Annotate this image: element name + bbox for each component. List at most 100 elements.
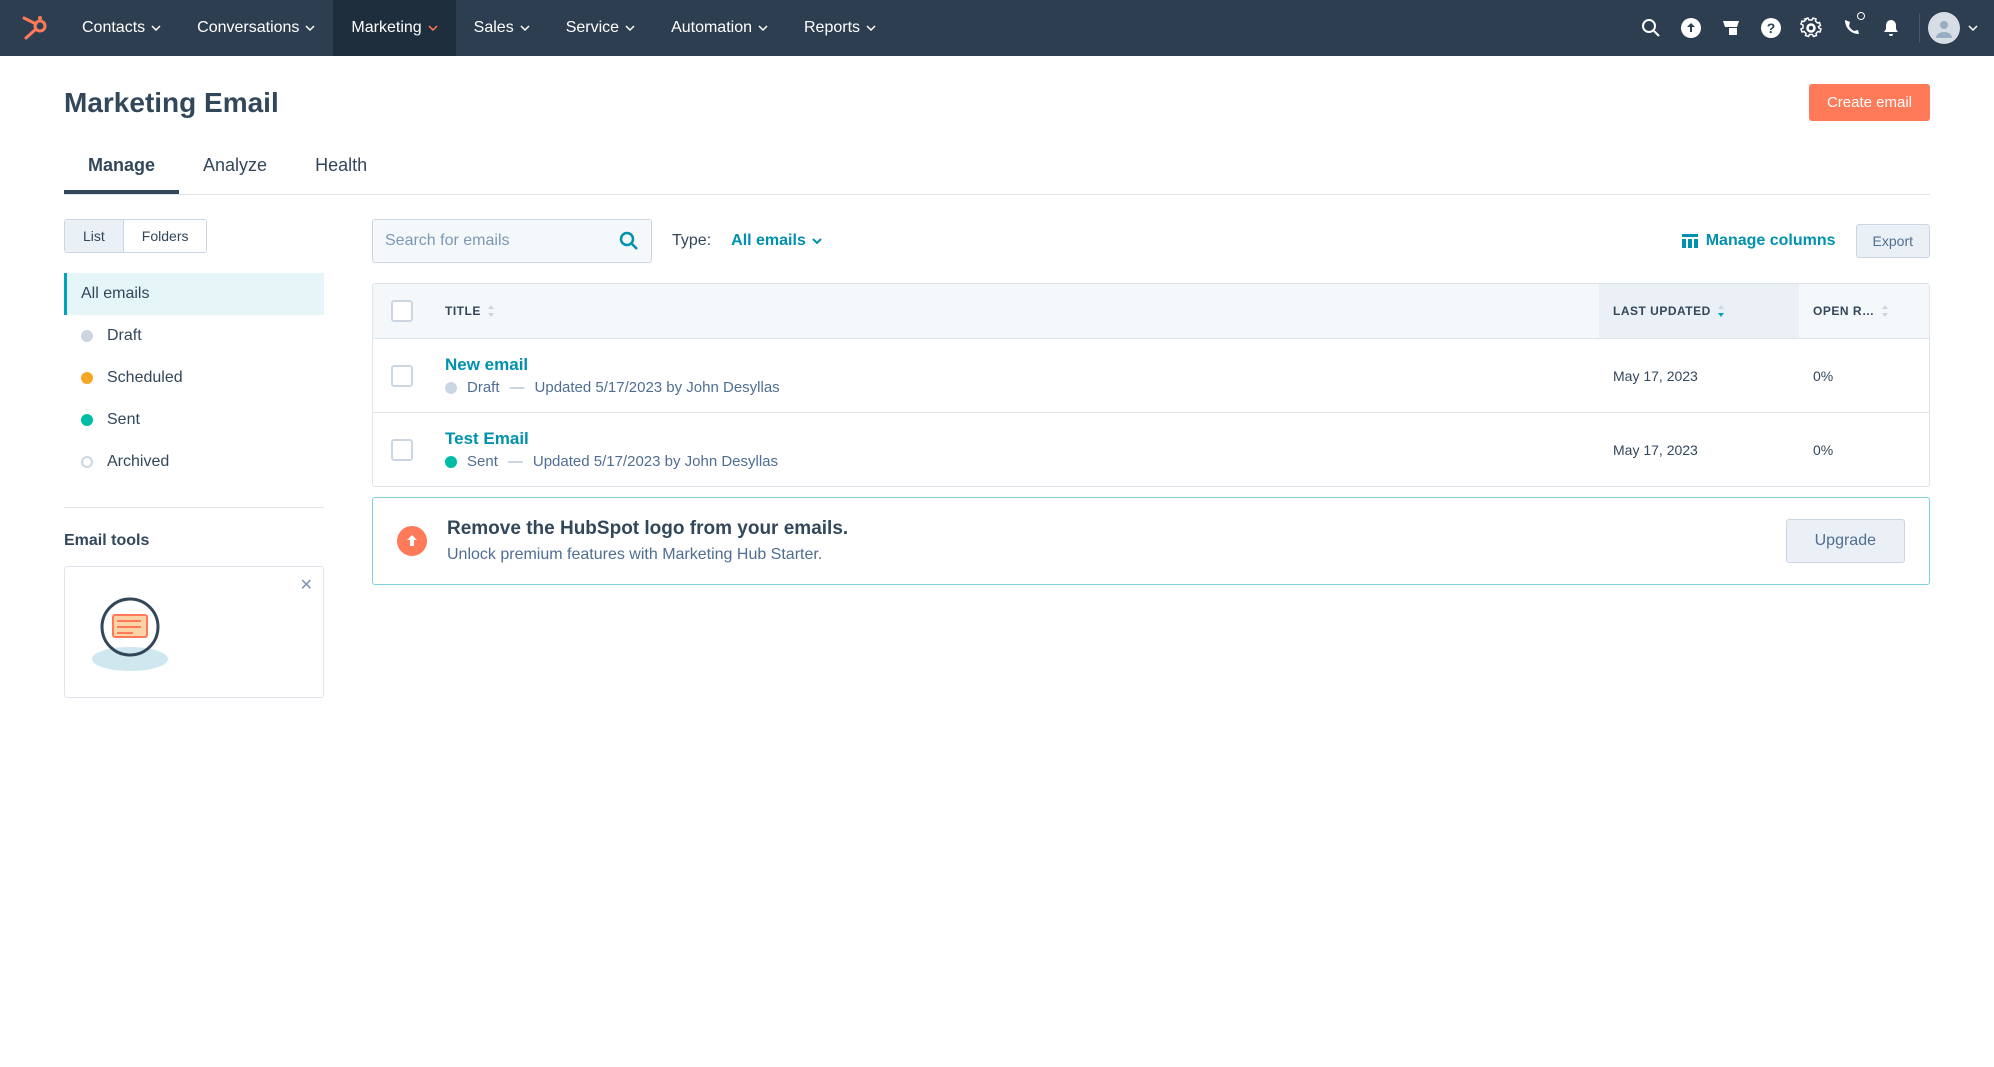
toolbar: Type: All emails Manage columns Export bbox=[372, 219, 1930, 263]
view-folders-button[interactable]: Folders bbox=[123, 220, 207, 252]
main-content: Type: All emails Manage columns Export bbox=[372, 219, 1930, 698]
account-menu[interactable] bbox=[1928, 8, 1978, 48]
tab-manage[interactable]: Manage bbox=[64, 141, 179, 194]
sidebar: List Folders All emails Draft Scheduled … bbox=[64, 219, 324, 698]
meta-dash: — bbox=[508, 453, 523, 470]
cell-open-rate: 0% bbox=[1799, 413, 1929, 486]
export-button[interactable]: Export bbox=[1856, 224, 1930, 258]
search-box[interactable] bbox=[372, 219, 652, 263]
filter-list: All emails Draft Scheduled Sent Archived bbox=[64, 273, 324, 483]
nav-marketing[interactable]: Marketing bbox=[333, 0, 455, 56]
nav-label: Contacts bbox=[82, 19, 145, 37]
nav-label: Service bbox=[566, 19, 619, 37]
upgrade-arrow-icon bbox=[397, 526, 427, 556]
nav-service[interactable]: Service bbox=[548, 0, 653, 56]
status-dot-icon bbox=[81, 414, 93, 426]
select-all-column bbox=[373, 284, 431, 338]
status-dot-icon bbox=[81, 330, 93, 342]
nav-contacts[interactable]: Contacts bbox=[64, 0, 179, 56]
chevron-down-icon bbox=[866, 25, 876, 31]
nav-label: Automation bbox=[671, 19, 752, 37]
tab-health[interactable]: Health bbox=[291, 141, 391, 194]
status-dot-icon bbox=[445, 456, 457, 468]
columns-icon bbox=[1682, 234, 1698, 248]
column-last-updated[interactable]: LAST UPDATED bbox=[1599, 284, 1799, 338]
help-icon[interactable]: ? bbox=[1751, 8, 1791, 48]
email-updated-by: Updated 5/17/2023 by John Desyllas bbox=[535, 379, 780, 396]
manage-columns-button[interactable]: Manage columns bbox=[1682, 232, 1836, 250]
nav-automation[interactable]: Automation bbox=[653, 0, 786, 56]
cell-last-updated: May 17, 2023 bbox=[1599, 339, 1799, 412]
chevron-down-icon bbox=[305, 25, 315, 31]
chevron-down-icon bbox=[758, 25, 768, 31]
notifications-icon[interactable] bbox=[1871, 8, 1911, 48]
filter-scheduled[interactable]: Scheduled bbox=[64, 357, 324, 399]
tabs: Manage Analyze Health bbox=[64, 141, 1930, 195]
chevron-down-icon bbox=[812, 238, 822, 244]
sort-icon bbox=[1717, 305, 1725, 317]
upgrade-button[interactable]: Upgrade bbox=[1786, 519, 1905, 563]
table-row: Test Email Sent — Updated 5/17/2023 by J… bbox=[373, 413, 1929, 486]
hubspot-logo-icon[interactable] bbox=[16, 10, 52, 46]
upsell-title: Remove the HubSpot logo from your emails… bbox=[447, 518, 1766, 540]
email-title-link[interactable]: New email bbox=[445, 355, 1585, 375]
filter-label: Archived bbox=[107, 453, 169, 471]
cell-last-updated: May 17, 2023 bbox=[1599, 413, 1799, 486]
marketplace-icon[interactable] bbox=[1711, 8, 1751, 48]
emails-table: TITLE LAST UPDATED OPEN R… Ne bbox=[372, 283, 1930, 487]
view-toggle: List Folders bbox=[64, 219, 207, 253]
email-meta: Sent — Updated 5/17/2023 by John Desylla… bbox=[445, 453, 1585, 470]
search-icon[interactable] bbox=[619, 231, 639, 251]
email-tools-card: ✕ bbox=[64, 566, 324, 698]
search-input[interactable] bbox=[385, 232, 619, 250]
status-dot-icon bbox=[81, 456, 93, 468]
tab-analyze[interactable]: Analyze bbox=[179, 141, 291, 194]
nav-conversations[interactable]: Conversations bbox=[179, 0, 333, 56]
page-title: Marketing Email bbox=[64, 87, 279, 119]
settings-icon[interactable] bbox=[1791, 8, 1831, 48]
filter-label: All emails bbox=[81, 285, 149, 303]
row-checkbox[interactable] bbox=[391, 439, 413, 461]
type-label: Type: bbox=[672, 232, 711, 250]
cell-open-rate: 0% bbox=[1799, 339, 1929, 412]
search-icon[interactable] bbox=[1631, 8, 1671, 48]
create-email-button[interactable]: Create email bbox=[1809, 84, 1930, 121]
filter-label: Sent bbox=[107, 411, 140, 429]
chevron-down-icon bbox=[428, 25, 438, 31]
filter-archived[interactable]: Archived bbox=[64, 441, 324, 483]
meta-dash: — bbox=[510, 379, 525, 396]
upgrade-icon[interactable] bbox=[1671, 8, 1711, 48]
nav-sales[interactable]: Sales bbox=[456, 0, 548, 56]
upsell-subtitle: Unlock premium features with Marketing H… bbox=[447, 546, 1766, 564]
column-open-rate[interactable]: OPEN R… bbox=[1799, 284, 1929, 338]
calling-icon[interactable] bbox=[1831, 8, 1871, 48]
svg-text:?: ? bbox=[1767, 20, 1776, 36]
filter-all-emails[interactable]: All emails bbox=[64, 273, 324, 315]
nav-reports[interactable]: Reports bbox=[786, 0, 894, 56]
upsell-banner: Remove the HubSpot logo from your emails… bbox=[372, 497, 1930, 585]
close-icon[interactable]: ✕ bbox=[300, 575, 313, 595]
select-all-checkbox[interactable] bbox=[391, 300, 413, 322]
filter-label: Scheduled bbox=[107, 369, 183, 387]
chevron-down-icon bbox=[151, 25, 161, 31]
column-title[interactable]: TITLE bbox=[431, 284, 1599, 338]
filter-sent[interactable]: Sent bbox=[64, 399, 324, 441]
email-status: Draft bbox=[467, 379, 500, 396]
row-checkbox[interactable] bbox=[391, 365, 413, 387]
view-list-button[interactable]: List bbox=[65, 220, 123, 252]
chevron-down-icon bbox=[520, 25, 530, 31]
chevron-down-icon bbox=[625, 25, 635, 31]
email-tools-heading: Email tools bbox=[64, 532, 324, 550]
type-select[interactable]: All emails bbox=[731, 232, 822, 250]
sort-icon bbox=[1881, 305, 1889, 317]
email-title-link[interactable]: Test Email bbox=[445, 429, 1585, 449]
column-label: OPEN R… bbox=[1813, 304, 1875, 318]
column-label: TITLE bbox=[445, 304, 481, 318]
nav-label: Conversations bbox=[197, 19, 299, 37]
filter-draft[interactable]: Draft bbox=[64, 315, 324, 357]
top-nav: Contacts Conversations Marketing Sales S… bbox=[0, 0, 1994, 56]
email-meta: Draft — Updated 5/17/2023 by John Desyll… bbox=[445, 379, 1585, 396]
sidebar-divider bbox=[64, 507, 324, 508]
filter-label: Draft bbox=[107, 327, 142, 345]
nav-label: Marketing bbox=[351, 19, 421, 37]
